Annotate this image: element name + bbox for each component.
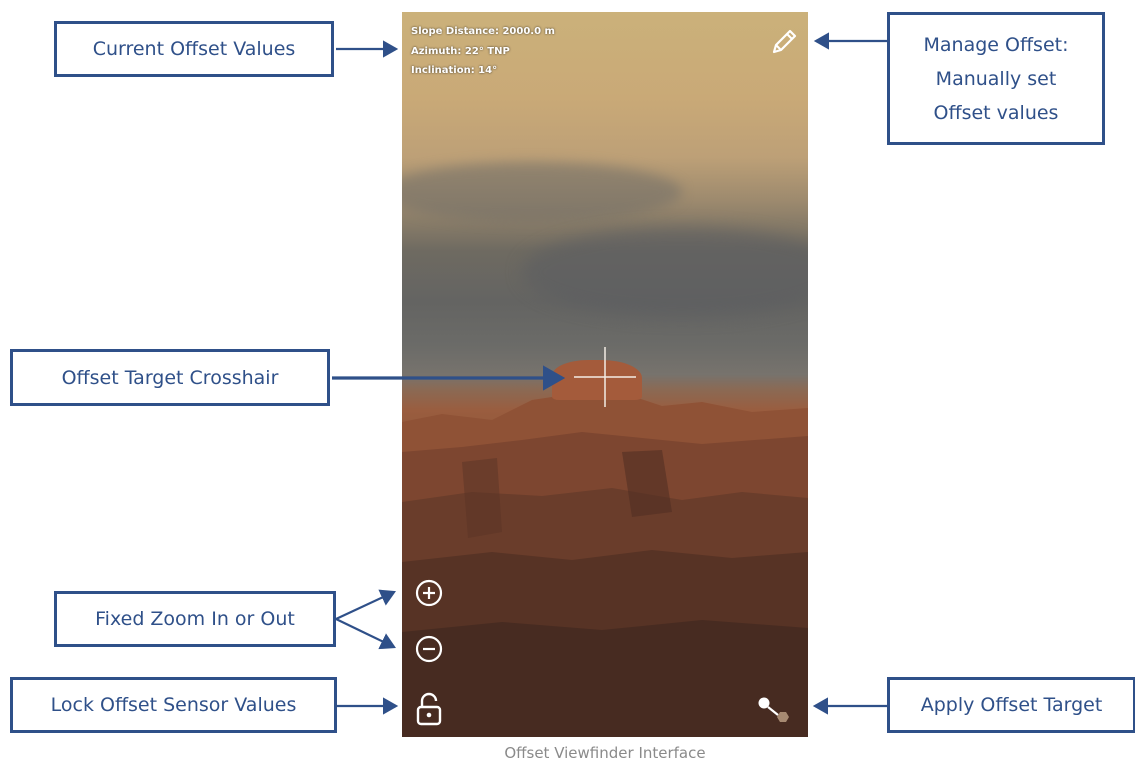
cloud-band [522,227,808,317]
callout-label: Lock Offset Sensor Values [50,694,297,716]
offset-viewfinder[interactable]: Slope Distance: 2000.0 m Azimuth: 22° TN… [402,12,808,737]
figure-caption: Offset Viewfinder Interface [504,744,706,762]
callout-lock-offset-sensor: Lock Offset Sensor Values [10,677,337,733]
callout-label: Offset values [933,101,1059,124]
callout-label: Offset Target Crosshair [61,366,279,389]
apply-target-icon[interactable] [756,694,792,726]
canyon-cliffs [402,394,808,737]
zoom-in-icon[interactable] [414,578,444,608]
callout-label: Fixed Zoom In or Out [95,608,295,630]
inclination-readout: Inclination: 14° [411,65,498,76]
pencil-icon[interactable] [766,26,800,60]
callout-label: Apply Offset Target [920,694,1103,716]
azimuth-readout: Azimuth: 22° TNP [411,46,510,57]
cloud-band [402,162,682,222]
crosshair-icon [574,347,636,407]
zoom-out-icon[interactable] [414,634,444,664]
callout-label: Manage Offset: [923,33,1069,56]
callout-manage-offset: Manage Offset: Manually set Offset value… [887,12,1105,145]
callout-current-offset-values: Current Offset Values [54,21,334,77]
callout-fixed-zoom: Fixed Zoom In or Out [54,591,336,647]
callout-label: Current Offset Values [92,38,296,60]
arrow-zoom-in [335,589,396,620]
slope-distance-readout: Slope Distance: 2000.0 m [411,26,555,37]
arrow-zoom-out [335,618,396,650]
unlock-icon[interactable] [415,692,443,726]
callout-label: Manually set [935,67,1057,90]
callout-offset-target-crosshair: Offset Target Crosshair [10,349,330,406]
callout-apply-offset-target: Apply Offset Target [887,677,1135,733]
